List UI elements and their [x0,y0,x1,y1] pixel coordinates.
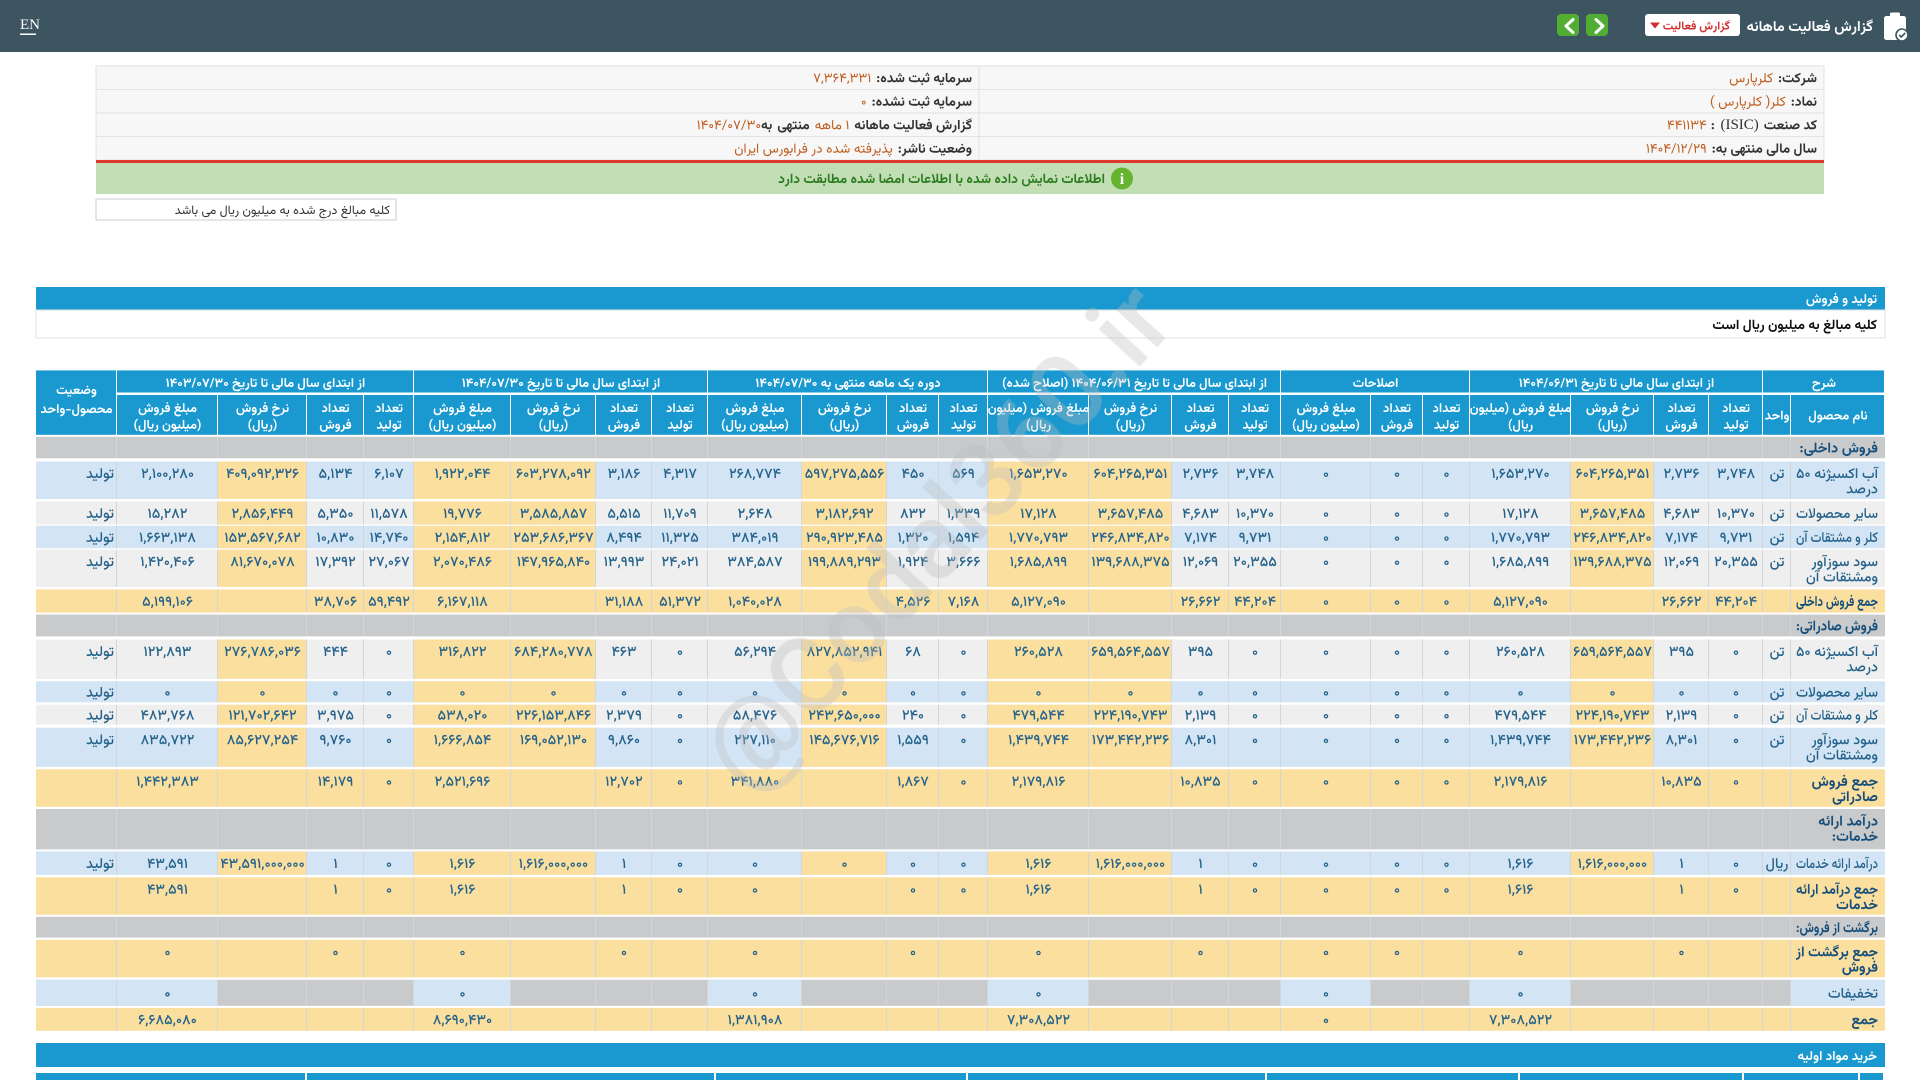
svg-text:EN: EN [20,17,40,33]
svg-text:(ISIC): (ISIC) [1720,117,1758,133]
svg-text:i: i [1120,171,1125,188]
